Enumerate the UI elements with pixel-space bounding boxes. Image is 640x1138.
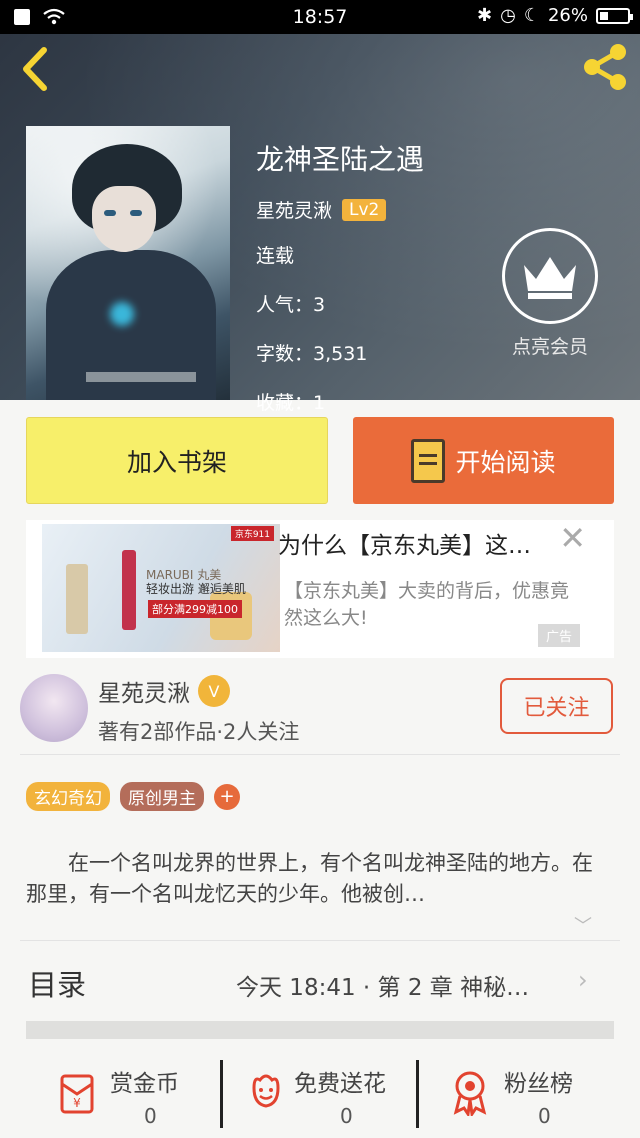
bluetooth-icon: ✱ <box>477 5 493 26</box>
tag-item[interactable]: 玄幻奇幻 <box>26 782 110 811</box>
author-name-row: 星苑灵湫 V <box>98 674 230 708</box>
book-author-row: 星苑灵湫 Lv2 <box>256 196 424 223</box>
book-info: 龙神圣陆之遇 星苑灵湫 Lv2 连载 人气：3 字数：3,531 收藏：1 <box>256 138 424 437</box>
alarm-icon: ◷ <box>500 5 516 26</box>
battery-icon <box>596 7 633 24</box>
toc-label: 目录 <box>28 968 87 1002</box>
author-name[interactable]: 星苑灵湫 <box>98 674 190 708</box>
tag-item[interactable]: 原创男主 <box>120 782 204 811</box>
ad-banner[interactable]: 京东911 MARUBI 丸美 轻妆出游 邂逅美肌 部分满299减100 为什么… <box>26 520 614 658</box>
table-of-contents-row[interactable]: 目录 今天 18:41 · 第 2 章 神秘… › <box>0 944 640 1020</box>
fan-ranking-count: 0 <box>538 1104 551 1128</box>
chevron-down-icon[interactable]: ﹀ <box>574 912 592 938</box>
author-card[interactable]: 星苑灵湫 V 著有2部作品·2人关注 已关注 <box>0 662 640 752</box>
ad-image-promo: 京东911 <box>230 526 274 541</box>
chevron-right-icon: › <box>578 966 588 994</box>
follow-button[interactable]: 已关注 <box>500 678 613 734</box>
book-title: 龙神圣陆之遇 <box>256 143 425 176</box>
reward-coins-count: 0 <box>144 1104 157 1128</box>
status-right: ✱ ◷ ☾ 26% <box>477 5 633 26</box>
reward-coins-button[interactable]: ¥ 赏金币 0 <box>54 1054 214 1134</box>
divider <box>20 940 620 941</box>
book-favorites: 收藏：1 <box>256 392 326 414</box>
send-flowers-label: 免费送花 <box>294 1071 386 1097</box>
divider <box>416 1060 419 1128</box>
flower-icon <box>252 1074 280 1108</box>
reward-coins-label: 赏金币 <box>110 1071 179 1097</box>
ad-image-line2: 部分满299减100 <box>148 600 242 618</box>
section-separator <box>26 1021 614 1039</box>
synopsis[interactable]: 在一个名叫龙界的世界上，有个名叫龙神圣陆的地方。在那里，有一个名叫龙忆天的少年。… <box>26 848 606 910</box>
book-detail-page: 18:57 ✱ ◷ ☾ 26% 龙神圣陆之遇 星苑灵湫 Lv2 连载 人气：3 … <box>0 0 640 1138</box>
level-badge: Lv2 <box>342 198 387 221</box>
close-icon[interactable]: ✕ <box>559 522 586 554</box>
crown-icon <box>502 228 598 324</box>
moon-icon: ☾ <box>523 5 540 26</box>
vip-label: 点亮会员 <box>511 336 588 358</box>
vip-button[interactable]: 点亮会员 <box>502 228 598 359</box>
divider <box>220 1060 223 1128</box>
book-cover[interactable] <box>26 126 230 400</box>
ad-title[interactable]: 为什么【京东丸美】这… <box>278 526 578 560</box>
red-envelope-icon: ¥ <box>60 1074 94 1114</box>
ad-badge: 广告 <box>537 624 580 647</box>
add-tag-button[interactable]: + <box>214 783 240 810</box>
battery-percent: 26% <box>547 5 588 26</box>
ad-image-line1: 轻妆出游 邂逅美肌 <box>146 582 246 596</box>
avatar[interactable] <box>20 674 88 742</box>
tag-list: 玄幻奇幻 原创男主 + <box>26 782 240 811</box>
ad-image[interactable]: 京东911 MARUBI 丸美 轻妆出游 邂逅美肌 部分满299减100 <box>42 524 280 652</box>
book-status: 连载 <box>256 245 295 267</box>
send-flowers-button[interactable]: 免费送花 0 <box>246 1054 406 1134</box>
status-bar: 18:57 ✱ ◷ ☾ 26% <box>0 0 640 34</box>
bottom-bar: ¥ 赏金币 0 免费送花 0 粉丝榜 0 <box>0 1048 640 1138</box>
start-reading-label: 开始阅读 <box>455 447 556 477</box>
divider <box>20 754 620 755</box>
book-icon <box>411 438 446 483</box>
back-icon[interactable] <box>16 44 56 94</box>
share-icon[interactable] <box>580 42 630 92</box>
fan-ranking-button[interactable]: 粉丝榜 0 <box>450 1054 610 1134</box>
send-flowers-count: 0 <box>340 1104 353 1128</box>
svg-text:¥: ¥ <box>73 1096 81 1110</box>
fan-ranking-label: 粉丝榜 <box>504 1071 573 1097</box>
book-author[interactable]: 星苑灵湫 <box>256 196 332 223</box>
book-word-count: 字数：3,531 <box>256 343 368 365</box>
book-popularity: 人气：3 <box>256 294 326 316</box>
toc-latest-chapter: 今天 18:41 · 第 2 章 神秘… <box>236 975 530 1001</box>
medal-icon <box>453 1071 487 1116</box>
verified-icon: V <box>198 675 230 707</box>
author-meta: 著有2部作品·2人关注 <box>98 720 300 744</box>
